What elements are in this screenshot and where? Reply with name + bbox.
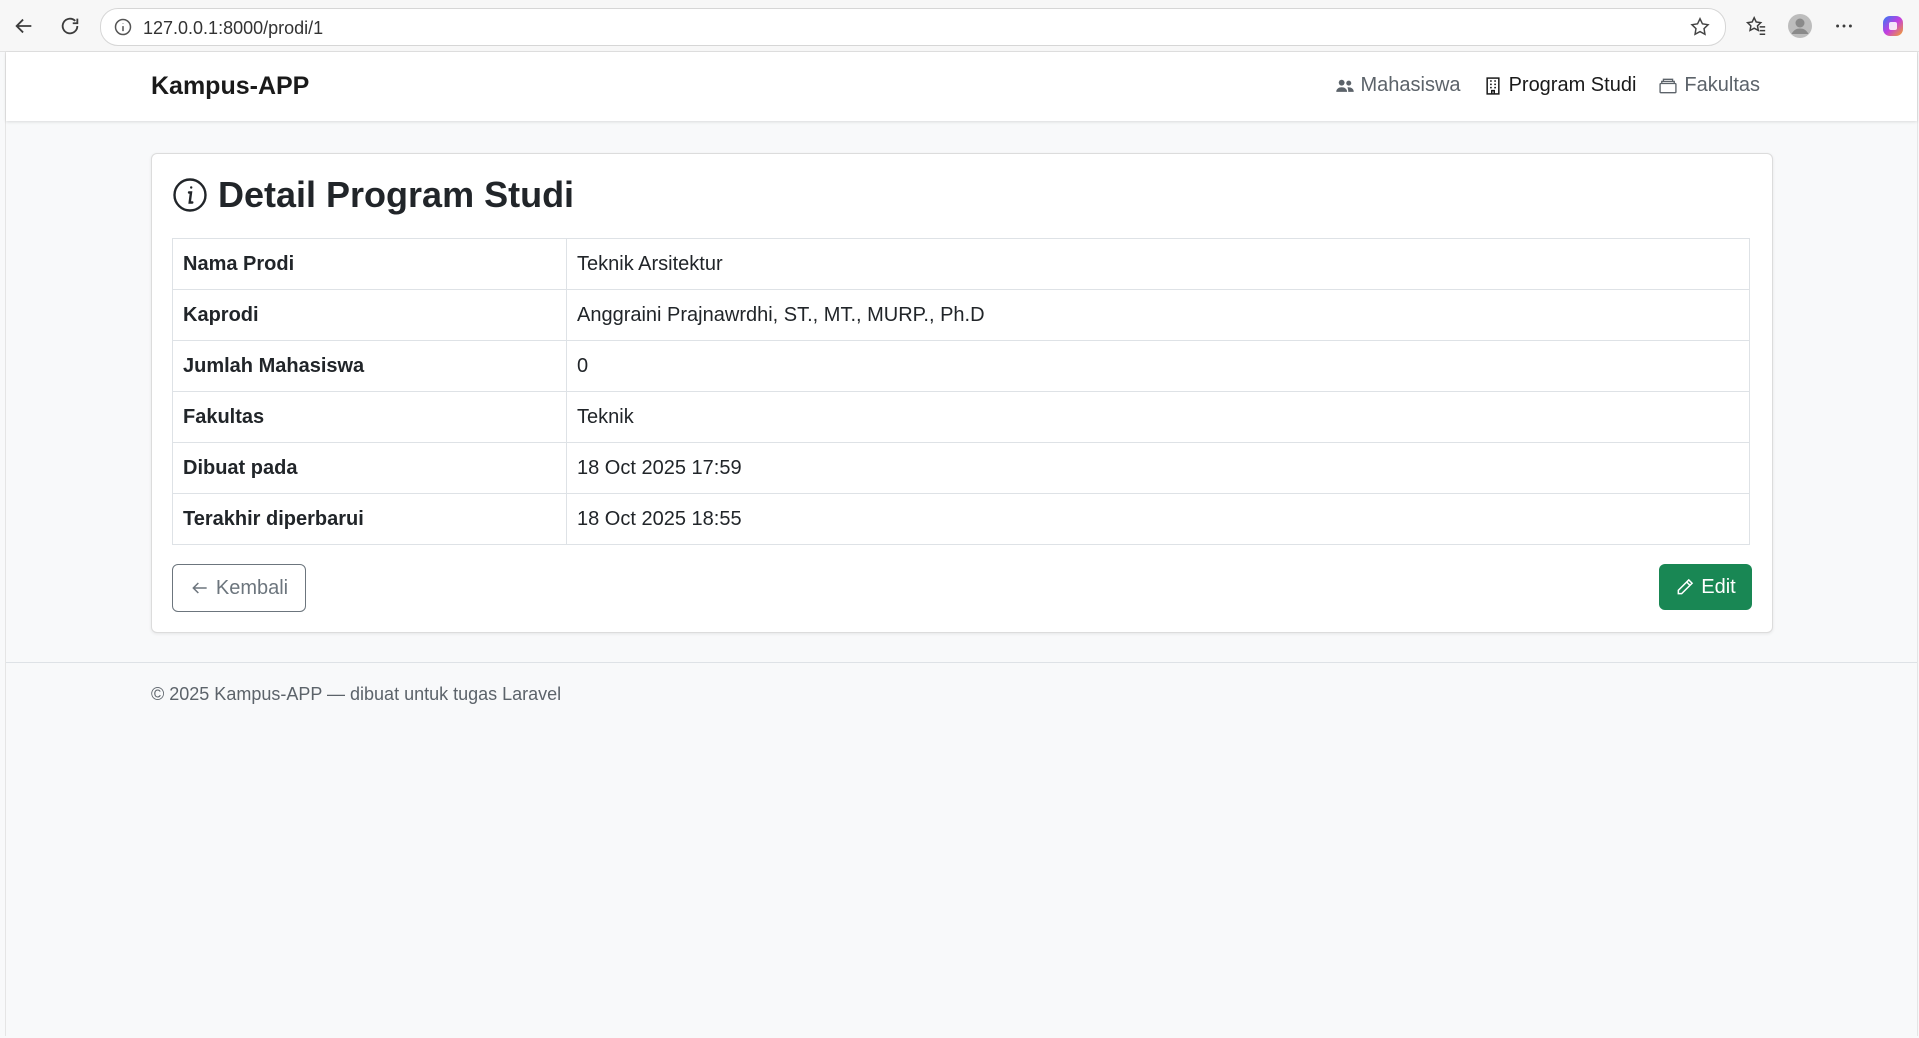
- brand-logo[interactable]: Kampus-APP: [151, 72, 309, 101]
- more-options-icon[interactable]: [1830, 12, 1858, 40]
- row-value: 18 Oct 2025 18:55: [566, 493, 1750, 545]
- nav-links: Mahasiswa Program Studi Fakultas: [1335, 74, 1760, 97]
- page-viewport: Kampus-APP Mahasiswa Program Studi Fakul…: [5, 52, 1918, 1036]
- row-label: Dibuat pada: [172, 442, 567, 494]
- detail-card: Detail Program Studi Nama Prodi Teknik A…: [151, 153, 1773, 633]
- favorites-icon[interactable]: [1742, 12, 1770, 40]
- back-button-label: Kembali: [215, 576, 289, 599]
- reload-icon[interactable]: [56, 12, 84, 40]
- detail-table: Nama Prodi Teknik Arsitektur Kaprodi Ang…: [172, 238, 1750, 545]
- favorite-star-icon[interactable]: [1689, 16, 1711, 38]
- nav-item-mahasiswa[interactable]: Mahasiswa: [1335, 74, 1461, 97]
- people-icon: [1335, 79, 1354, 92]
- row-value: 0: [566, 340, 1750, 392]
- profile-avatar-icon[interactable]: [1786, 12, 1814, 40]
- row-label: Fakultas: [172, 391, 567, 443]
- footer-text: © 2025 Kampus-APP — dibuat untuk tugas L…: [151, 684, 562, 704]
- edit-button-label: Edit: [1701, 575, 1736, 598]
- page-title: Detail Program Studi: [172, 174, 574, 216]
- row-value: Teknik Arsitektur: [566, 238, 1750, 290]
- edit-button[interactable]: Edit: [1659, 564, 1752, 610]
- nav-item-program-studi[interactable]: Program Studi: [1483, 74, 1637, 97]
- row-label: Kaprodi: [172, 289, 567, 341]
- row-value: Teknik: [566, 391, 1750, 443]
- arrow-left-icon: [192, 582, 207, 594]
- table-row: Dibuat pada 18 Oct 2025 17:59: [172, 442, 1750, 494]
- footer-divider: [6, 662, 1917, 663]
- table-row: Kaprodi Anggraini Prajnawrdhi, ST., MT.,…: [172, 289, 1750, 341]
- row-label: Nama Prodi: [172, 238, 567, 290]
- table-row: Jumlah Mahasiswa 0: [172, 340, 1750, 392]
- table-row: Nama Prodi Teknik Arsitektur: [172, 238, 1750, 290]
- row-value: 18 Oct 2025 17:59: [566, 442, 1750, 494]
- nav-item-fakultas[interactable]: Fakultas: [1658, 74, 1760, 97]
- pencil-icon: [1677, 578, 1694, 595]
- table-row: Fakultas Teknik: [172, 391, 1750, 443]
- nav-label-program-studi: Program Studi: [1508, 74, 1637, 96]
- page-title-text: Detail Program Studi: [218, 174, 575, 215]
- nav-label-mahasiswa: Mahasiswa: [1360, 74, 1461, 96]
- row-value: Anggraini Prajnawrdhi, ST., MT., MURP., …: [566, 289, 1750, 341]
- table-row: Terakhir diperbarui 18 Oct 2025 18:55: [172, 493, 1750, 545]
- back-arrow-icon[interactable]: [10, 12, 38, 40]
- row-label: Terakhir diperbarui: [172, 493, 567, 545]
- archive-icon: [1659, 78, 1677, 93]
- building-icon: [1485, 76, 1500, 95]
- info-circle-icon: [173, 178, 207, 212]
- site-info-icon[interactable]: [113, 17, 133, 37]
- browser-toolbar: 127.0.0.1:8000/prodi/1: [0, 0, 1919, 52]
- nav-label-fakultas: Fakultas: [1684, 74, 1760, 96]
- copilot-icon[interactable]: [1879, 12, 1907, 40]
- row-label: Jumlah Mahasiswa: [172, 340, 567, 392]
- address-bar[interactable]: 127.0.0.1:8000/prodi/1: [100, 8, 1726, 46]
- top-navbar: Kampus-APP Mahasiswa Program Studi Fakul…: [6, 52, 1917, 121]
- url-text[interactable]: 127.0.0.1:8000/prodi/1: [143, 18, 323, 39]
- back-button[interactable]: Kembali: [172, 564, 306, 612]
